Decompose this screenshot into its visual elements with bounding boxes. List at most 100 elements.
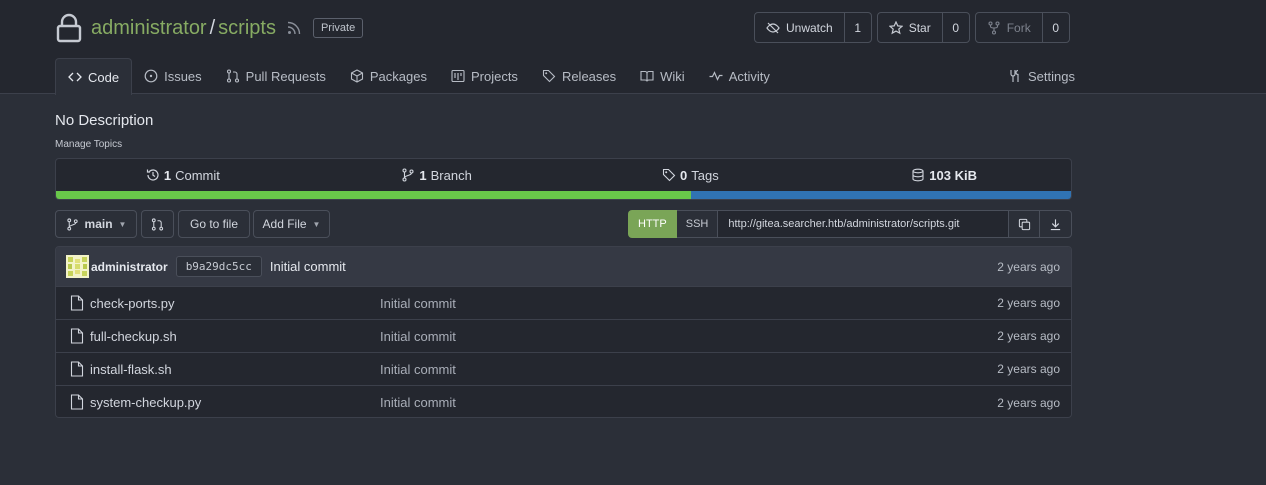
clone-panel: HTTP SSH http://gitea.searcher.htb/admin…: [628, 210, 1073, 238]
file-icon: [70, 394, 84, 410]
file-age: 2 years ago: [997, 395, 1060, 410]
commit-sha[interactable]: b9a29dc5cc: [175, 256, 262, 277]
tab-activity[interactable]: Activity: [697, 58, 782, 94]
star-button-group: Star 0: [876, 12, 970, 43]
issue-icon: [144, 69, 158, 83]
star-button[interactable]: Star: [878, 13, 942, 42]
unwatch-button[interactable]: Unwatch: [755, 13, 844, 42]
tab-issues[interactable]: Issues: [132, 58, 214, 94]
branches-label: Branch: [430, 167, 472, 183]
tab-issues-label: Issues: [164, 68, 202, 84]
size-stat[interactable]: 103 KiB: [817, 159, 1071, 191]
file-row[interactable]: install-flask.sh Initial commit 2 years …: [56, 353, 1071, 386]
star-label: Star: [908, 20, 931, 35]
download-button[interactable]: [1040, 210, 1073, 238]
forks-count[interactable]: 0: [1041, 13, 1069, 42]
fork-button-group: Fork 0: [974, 12, 1070, 43]
tab-packages[interactable]: Packages: [338, 58, 439, 94]
language-bar[interactable]: [56, 191, 1071, 199]
repo-header: administrator / scripts Private Unwatch …: [0, 0, 1266, 95]
private-badge: Private: [312, 18, 364, 38]
tab-projects-label: Projects: [470, 68, 518, 84]
branches-stat[interactable]: 1 Branch: [310, 159, 564, 191]
tags-label: Tags: [691, 167, 719, 183]
repo-name-link[interactable]: scripts: [218, 17, 276, 40]
tools-icon: [1010, 69, 1019, 82]
chevron-down-icon: ▼: [118, 219, 127, 229]
tab-settings[interactable]: Settings: [996, 58, 1087, 94]
file-name[interactable]: system-checkup.py: [90, 395, 201, 410]
repo-tabs: Code Issues Pull Requests Packages Proje…: [55, 58, 782, 95]
chevron-down-icon: ▼: [312, 219, 321, 229]
file-name[interactable]: install-flask.sh: [90, 362, 172, 377]
tab-pull-requests-label: Pull Requests: [245, 68, 326, 84]
add-file-button[interactable]: Add File ▼: [253, 210, 330, 238]
tags-stat[interactable]: 0 Tags: [564, 159, 818, 191]
commit-author[interactable]: administrator: [91, 260, 168, 274]
tag-icon: [662, 168, 676, 182]
file-name[interactable]: full-checkup.sh: [90, 329, 177, 344]
file-row[interactable]: full-checkup.sh Initial commit 2 years a…: [56, 320, 1071, 353]
repo-owner-link[interactable]: administrator: [91, 17, 207, 40]
branch-selector[interactable]: main ▼: [55, 210, 137, 238]
file-row[interactable]: system-checkup.py Initial commit 2 years…: [56, 386, 1071, 417]
file-icon: [70, 328, 84, 344]
latest-commit-row: administrator b9a29dc5cc Initial commit …: [56, 247, 1071, 287]
commits-count: 1: [163, 167, 172, 183]
repo-title-separator: /: [209, 16, 216, 39]
file-icon: [70, 295, 84, 311]
add-file-label: Add File: [262, 217, 307, 231]
star-icon: [888, 20, 903, 34]
fork-button[interactable]: Fork: [976, 13, 1042, 42]
file-name[interactable]: check-ports.py: [90, 296, 175, 311]
tab-wiki[interactable]: Wiki: [628, 58, 697, 94]
tab-projects[interactable]: Projects: [439, 58, 530, 94]
rss-icon[interactable]: [287, 21, 301, 35]
manage-topics-link[interactable]: Manage Topics: [55, 139, 122, 150]
repo-size: 103 KiB: [929, 167, 977, 183]
clone-url-input[interactable]: http://gitea.searcher.htb/administrator/…: [718, 210, 1009, 238]
branches-count: 1: [419, 167, 427, 183]
compare-button[interactable]: [141, 210, 174, 238]
file-commit-message[interactable]: Initial commit: [380, 329, 456, 344]
tab-releases-label: Releases: [561, 68, 617, 84]
commit-age: 2 years ago: [997, 259, 1060, 274]
file-icon: [70, 361, 84, 377]
language-bar-shell[interactable]: [691, 191, 1071, 199]
repo-stats-bar: 1 Commit 1 Branch 0 Tags 103 KiB: [55, 158, 1072, 200]
fork-icon: [988, 20, 1000, 35]
lock-icon: [56, 13, 82, 43]
tab-releases[interactable]: Releases: [530, 58, 628, 94]
commits-stat[interactable]: 1 Commit: [56, 159, 310, 191]
pull-request-icon: [151, 217, 164, 231]
go-to-file-button[interactable]: Go to file: [178, 210, 250, 238]
book-icon: [640, 70, 654, 82]
project-icon: [451, 69, 465, 83]
commit-message[interactable]: Initial commit: [270, 259, 346, 274]
repo-title: administrator / scripts Private: [56, 12, 364, 44]
database-icon: [912, 168, 924, 182]
clone-ssh-button[interactable]: SSH: [676, 210, 719, 238]
copy-url-button[interactable]: [1008, 210, 1041, 238]
pull-request-icon: [226, 69, 239, 83]
file-commit-message[interactable]: Initial commit: [380, 296, 456, 311]
repo-description: No Description: [55, 112, 154, 129]
fork-label: Fork: [1006, 20, 1031, 35]
file-list: administrator b9a29dc5cc Initial commit …: [55, 246, 1072, 418]
file-row[interactable]: check-ports.py Initial commit 2 years ag…: [56, 287, 1071, 320]
file-age: 2 years ago: [997, 329, 1060, 343]
tab-pull-requests[interactable]: Pull Requests: [214, 58, 338, 94]
file-age: 2 years ago: [997, 362, 1060, 376]
language-bar-python[interactable]: [56, 191, 692, 199]
stars-count[interactable]: 0: [941, 13, 969, 42]
file-commit-message[interactable]: Initial commit: [380, 395, 456, 410]
tab-code[interactable]: Code: [55, 58, 133, 95]
file-commit-message[interactable]: Initial commit: [380, 362, 456, 377]
file-age: 2 years ago: [997, 296, 1060, 310]
tab-code-label: Code: [88, 69, 120, 85]
clone-http-button[interactable]: HTTP: [628, 210, 677, 238]
avatar[interactable]: [66, 255, 89, 278]
watchers-count[interactable]: 1: [843, 13, 871, 42]
file-toolbar: main ▼ Go to file Add File ▼ HTTP SSH ht…: [55, 210, 1073, 238]
branch-icon: [66, 217, 78, 231]
